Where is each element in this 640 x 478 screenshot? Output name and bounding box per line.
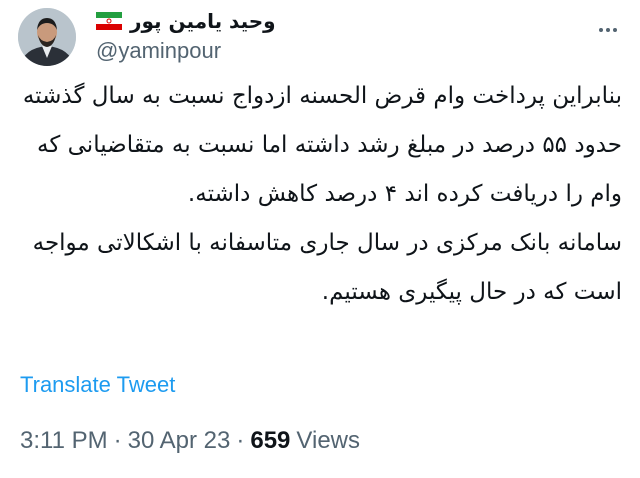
display-name[interactable]: وحید یامین پور (130, 9, 276, 33)
author-name-row[interactable]: وحید یامین پور (96, 6, 276, 36)
views-count[interactable]: 659 (250, 427, 290, 455)
profile-photo (18, 8, 76, 66)
separator-dot: · (113, 427, 122, 454)
tweet-paragraph-1: بنابراین پرداخت وام قرض الحسنه ازدواج نس… (22, 83, 622, 207)
views-label: Views (296, 427, 360, 454)
tweet-text: بنابراین پرداخت وام قرض الحسنه ازدواج نس… (18, 72, 622, 317)
tweet-time[interactable]: 3:11 PM (20, 427, 108, 455)
separator-dot: · (236, 427, 245, 454)
iran-flag-icon (96, 12, 122, 30)
tweet-date[interactable]: 30 Apr 23 (128, 427, 231, 455)
translate-tweet-link[interactable]: Translate Tweet (20, 372, 175, 398)
avatar[interactable] (18, 8, 76, 66)
user-handle[interactable]: @yaminpour (96, 38, 221, 64)
tweet-paragraph-2: سامانه بانک مرکزی در سال جاری متاسفانه ب… (32, 230, 622, 305)
more-options-icon[interactable] (596, 18, 620, 42)
tweet-metadata: 3:11 PM · 30 Apr 23 · 659 Views (20, 427, 360, 455)
